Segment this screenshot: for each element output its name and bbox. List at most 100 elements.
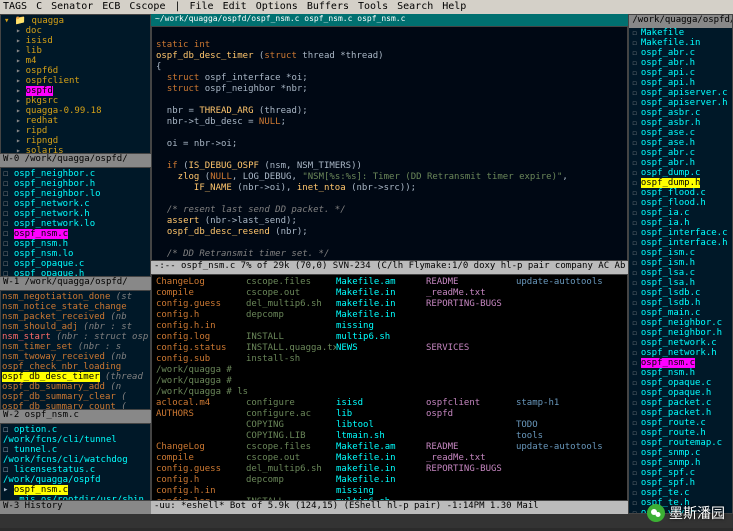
speedbar-ospf_routemap.c[interactable]: ospf_routemap.c [629,438,732,448]
speedbar-ospf_nsm.c[interactable]: ospf_nsm.c [629,358,732,368]
speedbar-Makefile.in[interactable]: Makefile.in [629,38,732,48]
speedbar-ospf_main.c[interactable]: ospf_main.c [629,308,732,318]
speedbar-ospf_ase.h[interactable]: ospf_ase.h [629,138,732,148]
speedbar-ospf_api.h[interactable]: ospf_api.h [629,78,732,88]
code-editor[interactable]: static intospf_db_desc_timer (struct thr… [151,26,628,261]
file-ospf_neighbor.h[interactable]: ☐ ospf_neighbor.h [2,179,149,189]
tag-nsm_packet_received[interactable]: nsm_packet_received (nb [2,312,149,322]
speedbar-ospf_dump.h[interactable]: ospf_dump.h [629,178,732,188]
directory-tree-pane[interactable]: 📁 quaggadocisisdlibm4ospf6dospfclientosp… [0,14,151,154]
speedbar-ospf_interface.c[interactable]: ospf_interface.c [629,228,732,238]
speedbar-ospf_nsm.h[interactable]: ospf_nsm.h [629,368,732,378]
speedbar-ospf_spf.c[interactable]: ospf_spf.c [629,468,732,478]
speedbar-ospf_api.c[interactable]: ospf_api.c [629,68,732,78]
speedbar-ospf_route.c[interactable]: ospf_route.c [629,418,732,428]
tag-nsm_notice_state_change[interactable]: nsm_notice_state_change [2,302,149,312]
speedbar-ospf_snmp.c[interactable]: ospf_snmp.c [629,448,732,458]
speedbar-ospf_lsdb.c[interactable]: ospf_lsdb.c [629,288,732,298]
speedbar-ospf_neighbor.c[interactable]: ospf_neighbor.c [629,318,732,328]
file-ospf_network.c[interactable]: ☐ ospf_network.c [2,199,149,209]
menu-bar[interactable]: TAGSCSenatorECBCscope|FileEditOptionsBuf… [0,0,733,14]
tree-solaris[interactable]: solaris [2,146,149,154]
file-ospf_opaque.h[interactable]: ☐ ospf_opaque.h [2,269,149,277]
menu-file[interactable]: File [190,1,214,13]
hist-ospf_nsm-c[interactable]: ▸ ospf_nsm.c [2,485,149,495]
speedbar-ospf_ia.c[interactable]: ospf_ia.c [629,208,732,218]
speedbar-ospf_abr.h[interactable]: ospf_abr.h [629,58,732,68]
speedbar-ospf_abr.c[interactable]: ospf_abr.c [629,48,732,58]
speedbar-ospf_lsdb.h[interactable]: ospf_lsdb.h [629,298,732,308]
file-ospf_nsm.lo[interactable]: ☐ ospf_nsm.lo [2,249,149,259]
speedbar-ospf_asbr.h[interactable]: ospf_asbr.h [629,118,732,128]
speedbar-ospf_interface.h[interactable]: ospf_interface.h [629,238,732,248]
tree-ospfclient[interactable]: ospfclient [2,76,149,86]
file-list-pane[interactable]: ☐ ospf_neighbor.c☐ ospf_neighbor.h ☐ ospf… [0,167,151,277]
hist-licensestatus-c[interactable]: ☐ licensestatus.c [2,465,149,475]
speedbar-ospf_flood.c[interactable]: ospf_flood.c [629,188,732,198]
tag-nsm_should_adj[interactable]: nsm_should_adj (nbr : st [2,322,149,332]
speedbar-ospf_ia.h[interactable]: ospf_ia.h [629,218,732,228]
tag-ospf_db_desc_timer[interactable]: ospf_db_desc_timer (thread [2,372,149,382]
menu-search[interactable]: Search [397,1,433,13]
buffer-tab-bar[interactable]: ~/work/quagga/ospfd/ospf_nsm.c ospf_nsm.… [151,14,628,26]
hist--work-fcns-cli-watchdog[interactable]: /work/fcns/cli/watchdog [2,455,149,465]
tag-ospf_db_summary_add[interactable]: ospf_db_summary_add (n [2,382,149,392]
speedbar-ospf_spf.h[interactable]: ospf_spf.h [629,478,732,488]
menu-options[interactable]: Options [256,1,298,13]
speedbar-ospf_abr.c[interactable]: ospf_abr.c [629,148,732,158]
file-ospf_neighbor.c[interactable]: ☐ ospf_neighbor.c [2,169,149,179]
hist--work-fcns-cli-tunnel[interactable]: /work/fcns/cli/tunnel [2,435,149,445]
menu-c[interactable]: C [36,1,42,13]
tree-isisd[interactable]: isisd [2,36,149,46]
speedbar-ospf_te.c[interactable]: ospf_te.c [629,488,732,498]
tree-lib[interactable]: lib [2,46,149,56]
tag-list-pane[interactable]: nsm_negotiation_done (stnsm_notice_state… [0,290,151,410]
speedbar-pane[interactable]: /work/quagga/ospfd/ MakefileMakefile.ino… [628,14,733,514]
speedbar-ospf_opaque.h[interactable]: ospf_opaque.h [629,388,732,398]
hist-tunnel-c[interactable]: ☐ tunnel.c [2,445,149,455]
tree-doc[interactable]: doc [2,26,149,36]
tree-pkgsrc[interactable]: pkgsrc [2,96,149,106]
file-ospf_network.lo[interactable]: ☐ ospf_network.lo [2,219,149,229]
tag-nsm_start[interactable]: nsm_start (nbr : struct osp [2,332,149,342]
tree-redhat[interactable]: redhat [2,116,149,126]
speedbar-ospf_ism.c[interactable]: ospf_ism.c [629,248,732,258]
tag-nsm_timer_set[interactable]: nsm_timer_set (nbr : s [2,342,149,352]
speedbar-ospf_route.h[interactable]: ospf_route.h [629,428,732,438]
speedbar-ospf_neighbor.h[interactable]: ospf_neighbor.h [629,328,732,338]
tag-ospf_db_summary_clear[interactable]: ospf_db_summary_clear ( [2,392,149,402]
speedbar-ospf_ism.h[interactable]: ospf_ism.h [629,258,732,268]
file-ospf_network.h[interactable]: ☐ ospf_network.h [2,209,149,219]
speedbar-ospf_packet.c[interactable]: ospf_packet.c [629,398,732,408]
tree-ospfd[interactable]: ospfd [2,86,149,96]
speedbar-ospf_apiserver.h[interactable]: ospf_apiserver.h [629,98,732,108]
menu-tools[interactable]: Tools [358,1,388,13]
speedbar-ospf_network.c[interactable]: ospf_network.c [629,338,732,348]
tree-ripngd[interactable]: ripngd [2,136,149,146]
menu-tags[interactable]: TAGS [3,1,27,13]
speedbar-ospf_packet.h[interactable]: ospf_packet.h [629,408,732,418]
tag-ospf_check_nbr_loading[interactable]: ospf_check_nbr_loading [2,362,149,372]
tree-ripd[interactable]: ripd [2,126,149,136]
minibuffer[interactable] [0,514,733,528]
eshell-pane[interactable]: ChangeLogcscope.filesMakefile.amREADMEup… [151,274,628,501]
hist--work-quagga-ospfd[interactable]: /work/quagga/ospfd [2,475,149,485]
speedbar-ospf_ase.c[interactable]: ospf_ase.c [629,128,732,138]
tree-ospf6d[interactable]: ospf6d [2,66,149,76]
speedbar-ospf_flood.h[interactable]: ospf_flood.h [629,198,732,208]
file-ospf_nsm.c[interactable]: ☐ ospf_nsm.c [2,229,149,239]
menu-help[interactable]: Help [442,1,466,13]
speedbar-ospf_lsa.c[interactable]: ospf_lsa.c [629,268,732,278]
speedbar-ospf_snmp.h[interactable]: ospf_snmp.h [629,458,732,468]
tree-m4[interactable]: m4 [2,56,149,66]
history-pane[interactable]: ☐ option.c/work/fcns/cli/tunnel☐ tunnel.… [0,423,151,501]
speedbar-ospf_opaque.c[interactable]: ospf_opaque.c [629,378,732,388]
speedbar-ospf_asbr.c[interactable]: ospf_asbr.c [629,108,732,118]
tag-ospf_db_summary_count[interactable]: ospf_db_summary_count ( [2,402,149,410]
speedbar-ospf_abr.h[interactable]: ospf_abr.h [629,158,732,168]
menu-ecb[interactable]: ECB [102,1,120,13]
menu-edit[interactable]: Edit [223,1,247,13]
speedbar-ospf_apiserver.c[interactable]: ospf_apiserver.c [629,88,732,98]
hist-option-c[interactable]: ☐ option.c [2,425,149,435]
tree-quagga-0.99.18[interactable]: quagga-0.99.18 [2,106,149,116]
